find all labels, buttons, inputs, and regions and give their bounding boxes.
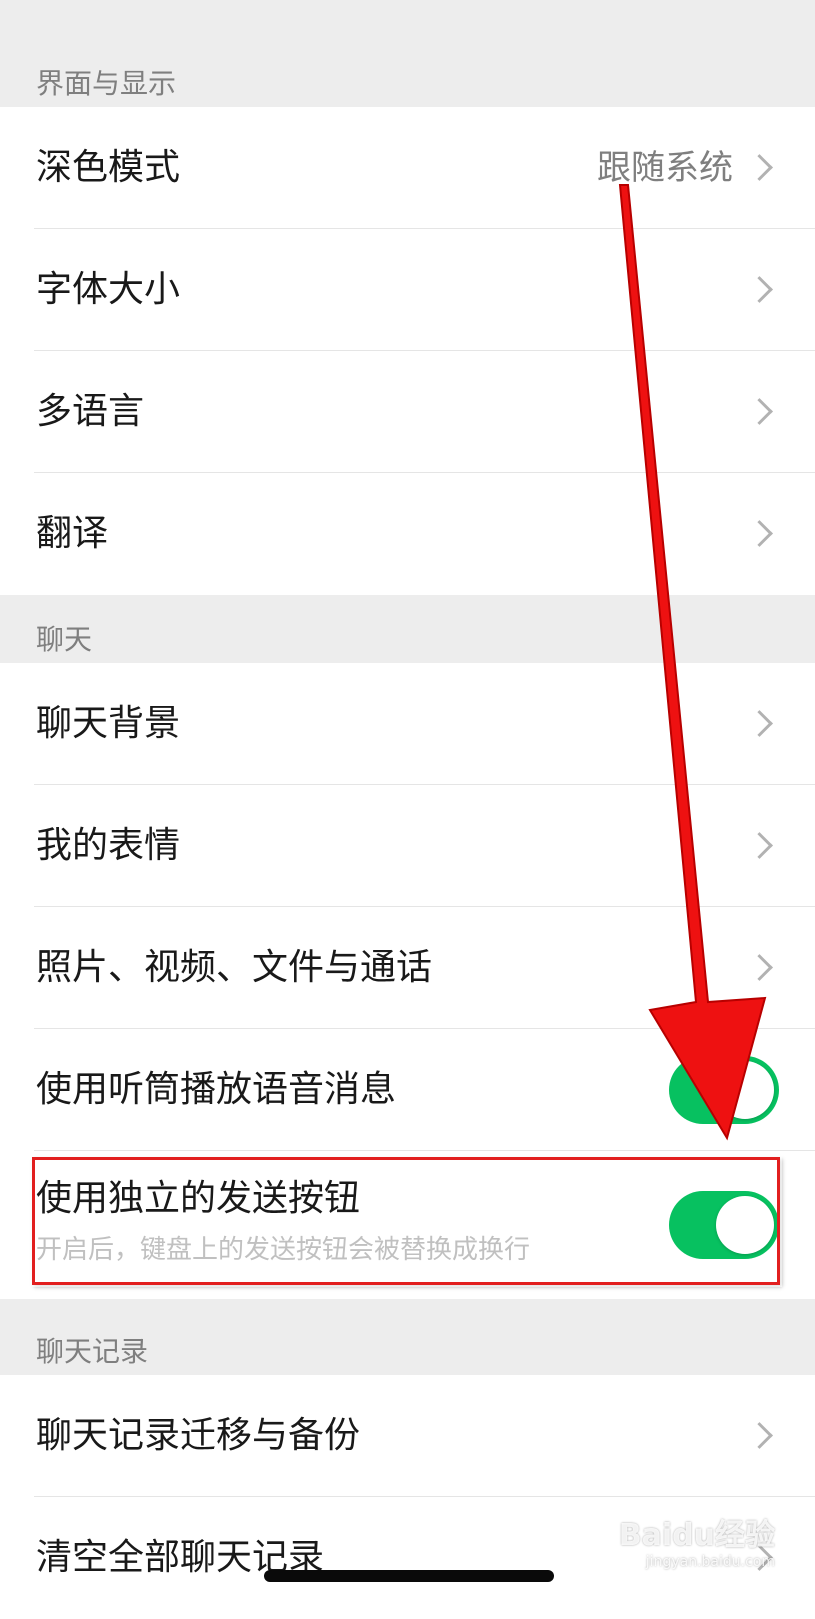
settings-item-migrate-backup[interactable]: 聊天记录迁移与备份 [0, 1375, 815, 1497]
chevron-right-icon [746, 1422, 773, 1449]
item-label: 聊天记录迁移与备份 [36, 1415, 361, 1456]
chevron-right-icon [746, 276, 773, 303]
settings-item-earpiece-playback: 使用听筒播放语音消息 [0, 1029, 815, 1151]
section-header-chat: 聊天 [36, 623, 93, 656]
settings-item-media-files-calls[interactable]: 照片、视频、文件与通话 [0, 907, 815, 1029]
chevron-right-icon [746, 520, 773, 547]
item-label: 深色模式 [36, 147, 181, 188]
home-indicator [264, 1570, 554, 1582]
settings-item-my-stickers[interactable]: 我的表情 [0, 785, 815, 907]
chevron-right-icon [746, 154, 773, 181]
settings-group-history: 聊天记录迁移与备份 清空全部聊天记录 [0, 1375, 815, 1619]
settings-item-language[interactable]: 多语言 [0, 351, 815, 473]
section-header-display: 界面与显示 [36, 67, 177, 100]
item-label: 翻译 [36, 513, 109, 554]
settings-group-display: 深色模式 跟随系统 字体大小 多语言 翻译 [0, 107, 815, 595]
settings-item-font-size[interactable]: 字体大小 [0, 229, 815, 351]
item-label: 我的表情 [36, 825, 181, 866]
chevron-right-icon [746, 954, 773, 981]
earpiece-playback-toggle[interactable] [669, 1056, 779, 1124]
annotation-highlight-box [32, 1157, 780, 1285]
chevron-right-icon [746, 710, 773, 737]
item-label: 多语言 [36, 391, 145, 432]
settings-group-chat: 聊天背景 我的表情 照片、视频、文件与通话 使用听筒播放语音消息 使用独立的发送… [0, 663, 815, 1299]
item-label: 使用听筒播放语音消息 [36, 1069, 397, 1110]
item-label: 聊天背景 [36, 703, 181, 744]
settings-item-separate-send-button: 使用独立的发送按钮 开启后，键盘上的发送按钮会被替换成换行 [0, 1151, 815, 1299]
section-header-history: 聊天记录 [36, 1335, 149, 1368]
item-label: 清空全部聊天记录 [36, 1537, 325, 1578]
settings-item-translate[interactable]: 翻译 [0, 473, 815, 595]
watermark-brand: Baidu经验 [618, 1518, 775, 1553]
item-label: 字体大小 [36, 269, 181, 310]
chevron-right-icon [746, 398, 773, 425]
watermark-logo: Baidu经验 jingyan.baidu.com [619, 1510, 775, 1570]
watermark-url: jingyan.baidu.com [645, 1554, 775, 1570]
item-value: 跟随系统 [597, 148, 733, 188]
settings-item-chat-background[interactable]: 聊天背景 [0, 663, 815, 785]
settings-item-dark-mode[interactable]: 深色模式 跟随系统 [0, 107, 815, 229]
toggle-knob [716, 1061, 774, 1119]
chevron-right-icon [746, 832, 773, 859]
item-label: 照片、视频、文件与通话 [36, 947, 433, 988]
